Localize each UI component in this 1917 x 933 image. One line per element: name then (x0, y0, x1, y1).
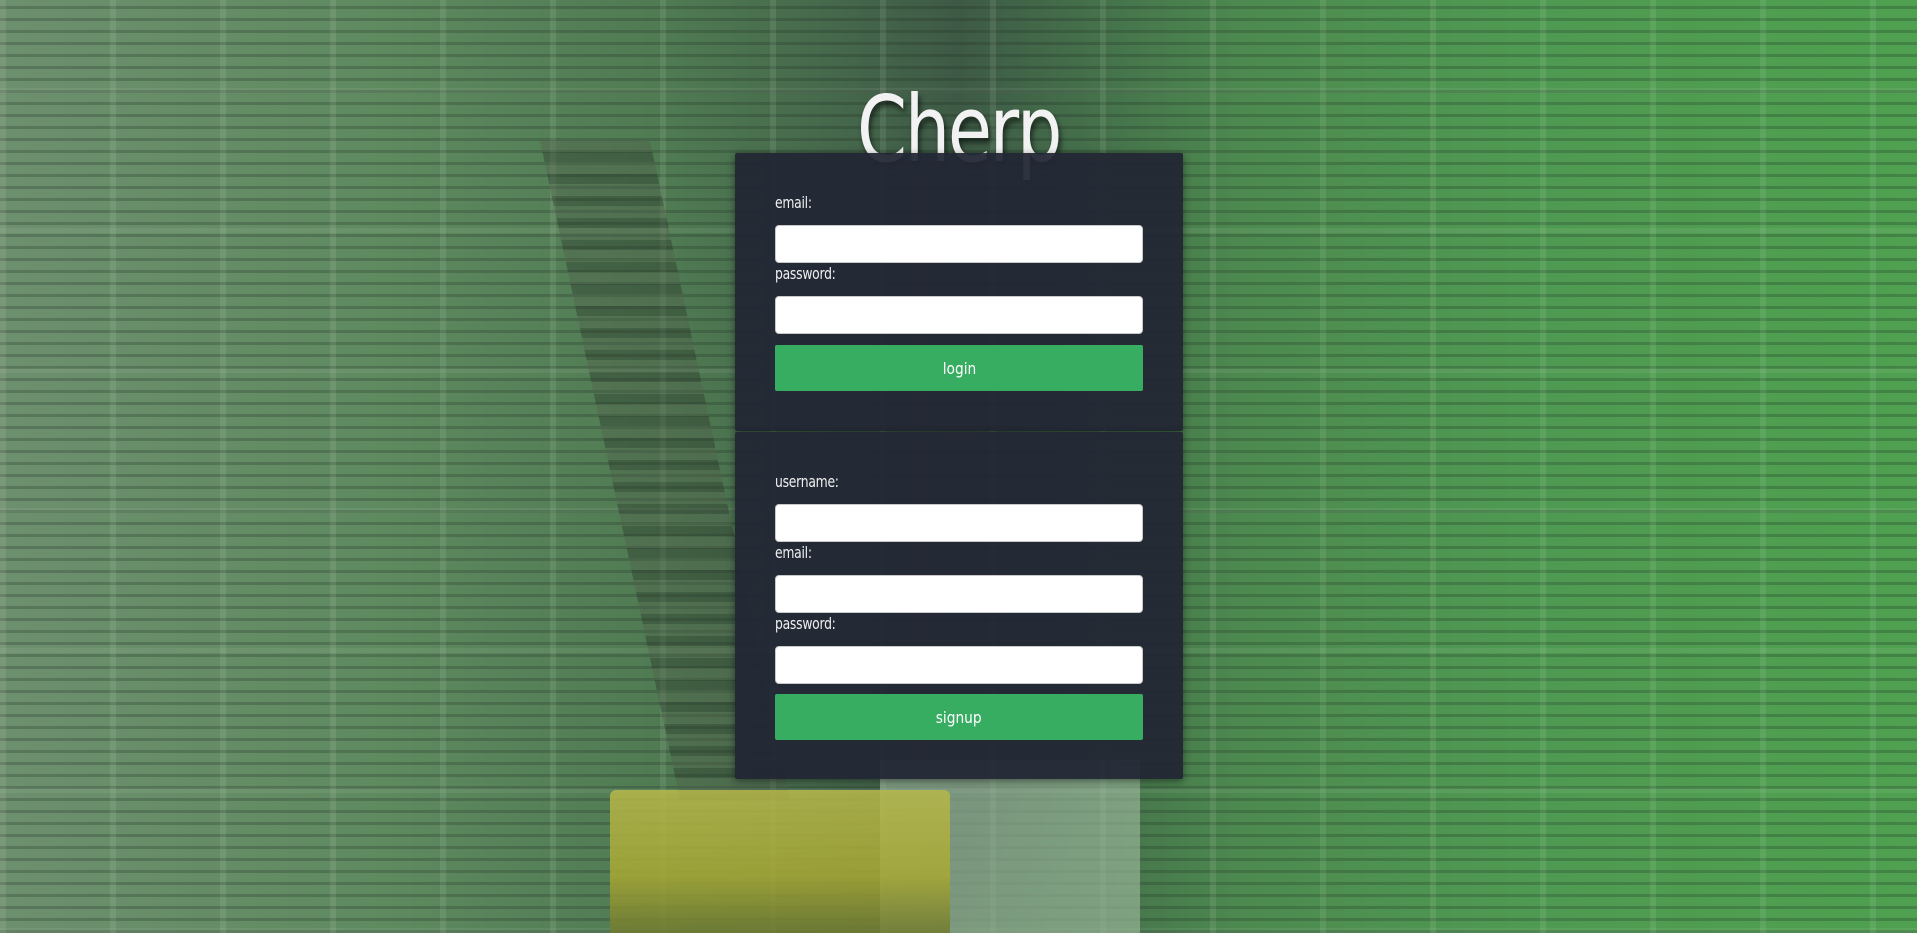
login-password-field[interactable] (775, 296, 1143, 334)
signup-password-label: password: (775, 614, 836, 633)
login-email-label: email: (775, 193, 812, 212)
login-password-label: password: (775, 264, 836, 283)
signup-form: username: email: password: signup (735, 432, 1183, 779)
login-button-label: login (942, 358, 976, 378)
signup-email-field[interactable] (775, 575, 1143, 613)
login-page: Cherp email: password: login username: e… (0, 0, 1917, 933)
signup-button[interactable]: signup (775, 694, 1143, 740)
login-email-field[interactable] (775, 225, 1143, 263)
signup-email-label: email: (775, 543, 812, 562)
signup-username-label: username: (775, 472, 839, 491)
login-button[interactable]: login (775, 345, 1143, 391)
signup-password-field[interactable] (775, 646, 1143, 684)
forklift-decoration (610, 790, 950, 933)
signup-username-field[interactable] (775, 504, 1143, 542)
signup-button-label: signup (936, 707, 982, 727)
login-form: email: password: login (735, 153, 1183, 431)
